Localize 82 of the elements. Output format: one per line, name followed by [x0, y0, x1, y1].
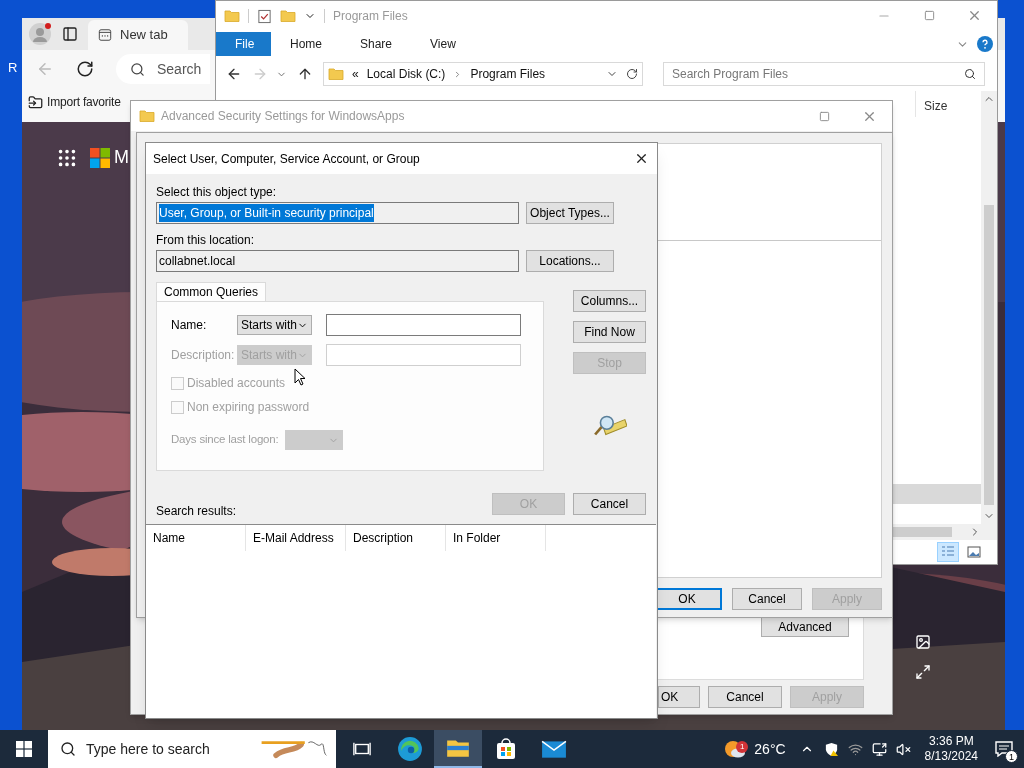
dialog-button[interactable]: Locations... [526, 250, 614, 272]
window-title: Advanced Security Settings for WindowsApps [161, 108, 405, 125]
query-input[interactable] [326, 314, 521, 336]
import-icon [28, 94, 43, 110]
notifications-button[interactable]: 1 [984, 730, 1024, 768]
breadcrumb[interactable]: Local Disk (C:) [366, 65, 446, 83]
help-icon[interactable] [977, 36, 993, 52]
folder-icon [139, 108, 155, 124]
avatar-icon[interactable] [28, 22, 52, 46]
field-label: From this location: [156, 233, 256, 247]
network-icon[interactable] [871, 741, 887, 757]
search-field[interactable]: Search Program Files [663, 62, 985, 86]
browser-icon [397, 736, 423, 762]
dialog-button[interactable]: Columns... [573, 290, 646, 312]
query-tab[interactable]: Common Queries [156, 282, 267, 301]
windows-logo-icon [16, 741, 32, 757]
clock[interactable]: 3:36 PM 8/13/2024 [918, 734, 984, 764]
window-title: Program Files [333, 8, 408, 25]
folder-icon [224, 8, 240, 24]
up-icon[interactable] [297, 66, 313, 82]
match-dropdown[interactable]: Starts with [237, 315, 312, 335]
column-header[interactable]: Name [146, 525, 246, 551]
address-bar[interactable]: « Local Disk (C:) Program Files [323, 62, 643, 86]
ribbon-tab[interactable]: View [411, 32, 475, 56]
breadcrumb[interactable]: Program Files [470, 65, 546, 83]
notification-badge: 1 [736, 741, 749, 753]
object-type-field[interactable]: User, Group, or Built-in security principal [156, 202, 519, 224]
volume-muted-icon[interactable] [895, 741, 911, 757]
view-toggle[interactable] [937, 542, 959, 562]
column-header[interactable]: In Folder [446, 525, 546, 551]
temperature-text[interactable]: 26°C [754, 738, 786, 760]
large-icons-view-icon [966, 544, 982, 560]
field-label: Select this object type: [156, 185, 278, 199]
favorites-item[interactable]: Import favorite [28, 93, 121, 111]
network-off-icon[interactable] [847, 741, 863, 757]
dialog-button[interactable]: Object Types... [526, 202, 614, 224]
refresh-icon[interactable] [626, 68, 638, 80]
desktop-icon-label: R [8, 59, 18, 77]
checkbox-label: Disabled accounts [187, 375, 286, 392]
address-field[interactable]: Search [116, 54, 210, 84]
refresh-icon[interactable] [76, 60, 94, 78]
properties-icon[interactable] [257, 8, 272, 24]
dialog-button[interactable]: Find Now [573, 321, 646, 343]
ribbon-tab[interactable]: Share [341, 32, 412, 56]
ribbon-tab[interactable]: Home [271, 32, 341, 56]
dialog-title: Select User, Computer, Service Account, or Group [153, 150, 420, 168]
dialog-button[interactable]: OK [658, 686, 700, 708]
notification-badge: 1 [1005, 750, 1018, 763]
maximize-icon[interactable] [819, 110, 830, 122]
task-view-icon [353, 740, 371, 758]
close-icon[interactable] [634, 151, 649, 166]
location-field: collabnet.local [156, 250, 519, 272]
dialog-button[interactable]: Cancel [732, 588, 802, 610]
folder-icon [328, 66, 344, 82]
dialog-button[interactable]: Cancel [708, 686, 782, 708]
expand-icon[interactable] [915, 664, 931, 680]
tab-actions-icon[interactable] [62, 26, 78, 42]
search-icon [60, 741, 76, 757]
cursor-icon [294, 368, 306, 386]
brand-text: M [114, 146, 129, 169]
back-icon[interactable] [226, 66, 242, 82]
search-field[interactable]: Type here to search [48, 730, 336, 768]
search-icon [130, 61, 145, 77]
column-header[interactable]: Description [346, 525, 446, 551]
logo-icon [90, 147, 110, 168]
query-label: Days since last logon: [171, 432, 279, 448]
maximize-icon[interactable] [924, 10, 935, 21]
ribbon-tab[interactable]: File [216, 32, 271, 56]
image-icon[interactable] [915, 634, 931, 650]
advanced-button[interactable]: Advanced [761, 617, 849, 637]
query-label: Description: [171, 347, 235, 364]
query-label: Name: [171, 317, 207, 334]
checkbox-label: Non expiring password [187, 399, 310, 416]
column-header[interactable]: E-Mail Address [246, 525, 346, 551]
section-label: Search results: [156, 504, 237, 518]
tab-page-icon [98, 28, 112, 42]
shield-icon[interactable] [823, 741, 839, 757]
browser-tab[interactable]: New tab [88, 20, 188, 50]
dialog-button[interactable]: Cancel [573, 493, 646, 515]
search-icon [964, 68, 976, 80]
new-folder-icon [280, 8, 296, 24]
shopping-bag-icon [494, 737, 518, 761]
